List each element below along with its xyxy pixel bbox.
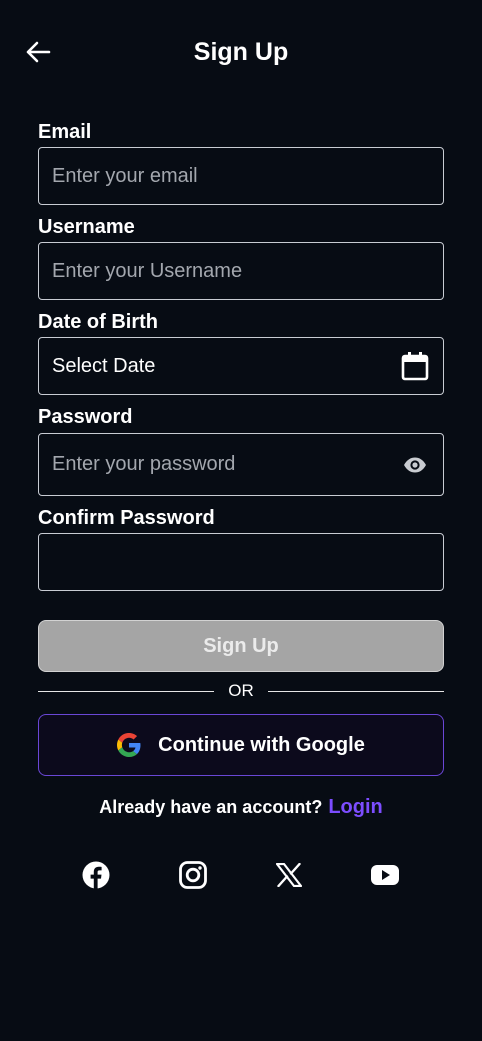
password-label: Password <box>38 406 133 428</box>
google-button-label: Continue with Google <box>158 733 365 756</box>
username-field[interactable] <box>52 259 430 283</box>
signup-button[interactable]: Sign Up <box>38 620 444 672</box>
signup-screen: Sign Up Email Username Date of Birth Sel… <box>0 0 482 1041</box>
email-field-box <box>38 147 444 205</box>
confirm-password-label: Confirm Password <box>38 507 215 529</box>
dob-field[interactable]: Select Date <box>38 337 444 395</box>
page-title: Sign Up <box>193 38 289 66</box>
or-divider: OR <box>38 680 444 702</box>
instagram-icon[interactable] <box>177 859 209 891</box>
username-label: Username <box>38 216 135 238</box>
dob-value: Select Date <box>52 354 156 377</box>
password-field-box <box>38 433 444 496</box>
calendar-icon[interactable] <box>400 351 430 381</box>
x-icon[interactable] <box>273 859 305 891</box>
google-icon <box>117 733 141 757</box>
facebook-icon[interactable] <box>80 859 112 891</box>
login-prompt-row: Already have an account? Login <box>0 796 482 819</box>
social-links <box>0 859 482 891</box>
login-link[interactable]: Login <box>328 796 382 818</box>
dob-label: Date of Birth <box>38 311 158 333</box>
eye-icon[interactable] <box>400 450 430 480</box>
youtube-icon[interactable] <box>369 859 401 891</box>
email-field[interactable] <box>52 164 430 188</box>
confirm-password-field-box <box>38 533 444 591</box>
password-field[interactable] <box>52 453 400 476</box>
divider-line-right <box>267 690 444 692</box>
username-field-box <box>38 242 444 300</box>
divider-text: OR <box>228 681 254 700</box>
confirm-password-field[interactable] <box>52 550 430 574</box>
divider-line-left <box>38 690 215 692</box>
login-prompt: Already have an account? <box>99 797 323 817</box>
google-signin-button[interactable]: Continue with Google <box>38 714 444 776</box>
email-label: Email <box>38 121 92 143</box>
